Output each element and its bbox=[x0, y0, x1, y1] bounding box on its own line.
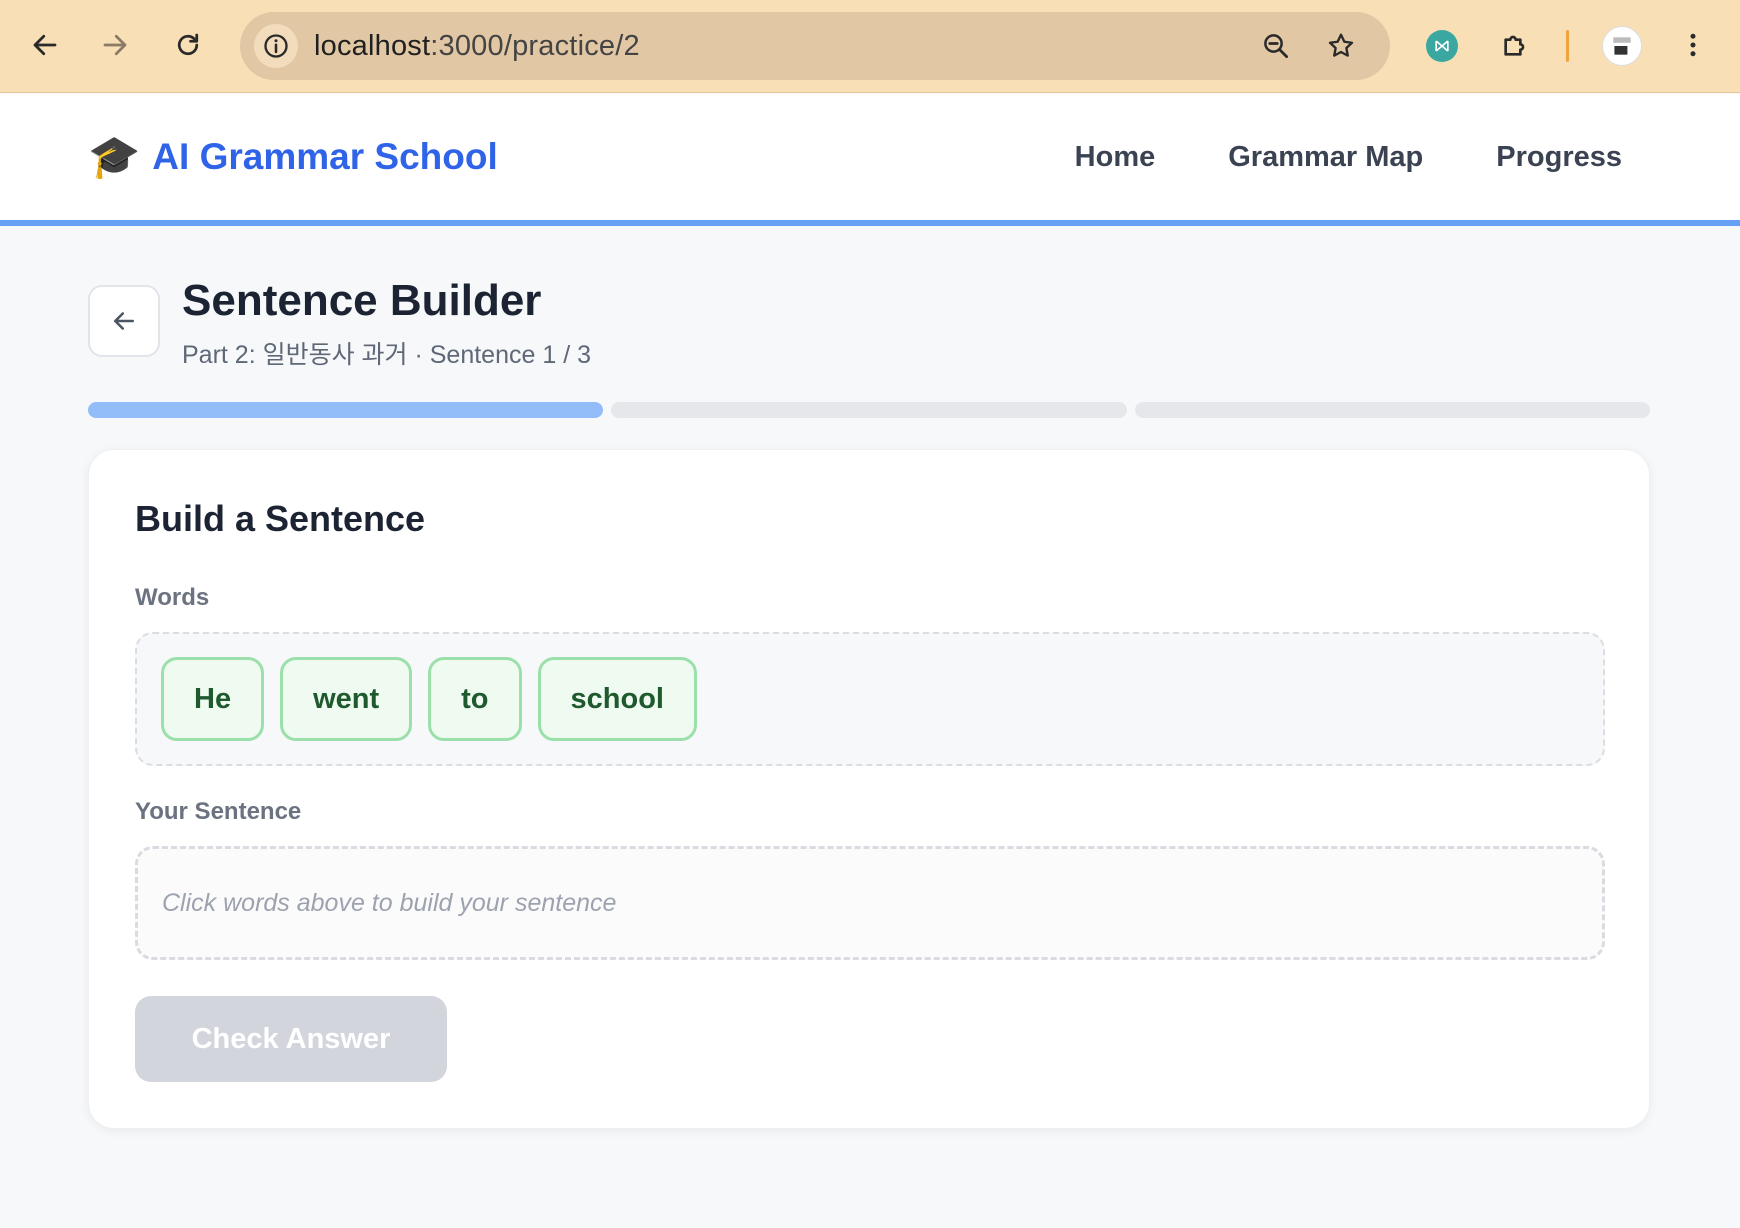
info-icon[interactable] bbox=[254, 24, 298, 68]
check-answer-button[interactable]: Check Answer bbox=[135, 996, 447, 1082]
reload-icon[interactable] bbox=[163, 20, 213, 70]
app-header: 🎓 AI Grammar School Home Grammar Map Pro… bbox=[0, 94, 1740, 226]
progress-segment bbox=[88, 402, 604, 418]
brand-name: AI Grammar School bbox=[152, 136, 498, 177]
address-bar[interactable]: localhost:3000/practice/2 bbox=[240, 12, 1390, 80]
word-chip[interactable]: to bbox=[428, 657, 522, 741]
profile-avatar[interactable] bbox=[1602, 26, 1642, 66]
sentence-placeholder: Click words above to build your sentence bbox=[162, 888, 617, 917]
back-arrow-icon[interactable] bbox=[20, 20, 70, 70]
word-chip[interactable]: He bbox=[161, 657, 265, 741]
progress-segment bbox=[1134, 402, 1650, 418]
back-button[interactable] bbox=[88, 285, 160, 357]
words-label: Words bbox=[135, 584, 210, 611]
browser-toolbar: localhost:3000/practice/2 bbox=[0, 0, 1740, 93]
extension-logo-icon[interactable] bbox=[1426, 30, 1458, 62]
word-chip[interactable]: went bbox=[280, 657, 413, 741]
page-subtitle: Part 2: 일반동사 과거 · Sentence 1 / 3 bbox=[182, 341, 591, 369]
word-chip[interactable]: school bbox=[537, 657, 697, 741]
url-text[interactable]: localhost:3000/practice/2 bbox=[314, 12, 640, 80]
card-title: Build a Sentence bbox=[135, 498, 426, 539]
your-sentence-label: Your Sentence bbox=[135, 798, 302, 825]
sentence-drop-area[interactable]: Click words above to build your sentence bbox=[135, 846, 1605, 960]
nav-progress[interactable]: Progress bbox=[1496, 141, 1622, 174]
zoom-out-icon[interactable] bbox=[1256, 26, 1296, 66]
nav-grammar-map[interactable]: Grammar Map bbox=[1228, 141, 1423, 174]
sentence-builder-card: Build a Sentence Words He went to school Yo… bbox=[88, 449, 1650, 1129]
url-path: :3000/practice/2 bbox=[430, 30, 640, 62]
brand-logo[interactable]: 🎓 AI Grammar School bbox=[88, 94, 498, 220]
kebab-menu-icon[interactable] bbox=[1668, 20, 1718, 70]
forward-arrow-icon[interactable] bbox=[90, 20, 140, 70]
left-arrow-icon bbox=[114, 312, 134, 330]
puzzle-piece-icon[interactable] bbox=[1490, 20, 1540, 70]
nav-home[interactable]: Home bbox=[1075, 141, 1156, 174]
sentence-progress-bar bbox=[88, 402, 1650, 418]
word-bank: He went to school bbox=[135, 632, 1605, 766]
progress-segment bbox=[611, 402, 1127, 418]
graduation-cap-icon: 🎓 bbox=[88, 133, 141, 180]
page-title: Sentence Builder bbox=[182, 276, 542, 325]
star-icon[interactable] bbox=[1321, 26, 1361, 66]
main-nav: Home Grammar Map Progress bbox=[1075, 94, 1622, 220]
toolbar-divider bbox=[1566, 30, 1569, 62]
url-host: localhost bbox=[314, 30, 431, 62]
